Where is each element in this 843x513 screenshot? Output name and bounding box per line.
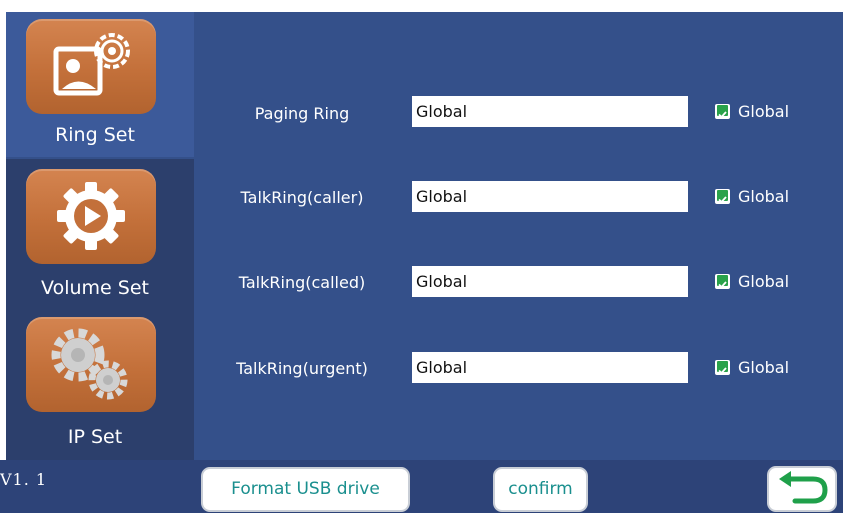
talkring-urgent-field[interactable]: Global [412,352,688,383]
volume-set-tile [26,169,156,264]
checkbox-label: Global [738,358,790,377]
top-border [0,0,843,12]
talkring-called-field[interactable]: Global [412,266,688,297]
confirm-button[interactable]: confirm [493,467,588,512]
checkbox-label: Global [738,102,790,121]
paging-ring-label: Paging Ring [254,104,350,123]
checkbox-label: Global [738,187,790,206]
sidebar-item-label: Volume Set [41,277,149,299]
talkring-caller-field[interactable]: Global [412,181,688,212]
sidebar-item-label: IP Set [67,426,123,448]
ip-set-tile [26,317,156,412]
back-arrow-icon [779,471,828,504]
ring-set-tile [26,19,156,114]
picture-gear-icon [53,33,130,96]
ring-settings-screen: Ring Set Volume Set IP Set Paging Ring G… [0,0,843,513]
talkring-caller-global-checkbox[interactable]: Global [715,187,815,207]
checkbox-box [715,104,730,119]
gears-icon [51,328,128,400]
check-icon [717,105,728,119]
checkbox-box [715,360,730,375]
version-label: V1. 1 [0,470,48,489]
talkring-urgent-label: TalkRing(urgent) [236,359,368,378]
checkbox-box [715,189,730,204]
talkring-caller-label: TalkRing(caller) [240,188,364,207]
play-gear-icon [57,182,125,250]
sidebar-item-ip-set[interactable]: IP Set [6,314,194,460]
bottom-bar [0,460,843,513]
paging-ring-global-checkbox[interactable]: Global [715,102,815,122]
paging-ring-field[interactable]: Global [412,96,688,127]
back-button[interactable] [767,466,837,512]
checkbox-label: Global [738,272,790,291]
talkring-called-global-checkbox[interactable]: Global [715,272,815,292]
sidebar-item-ring-set[interactable]: Ring Set [6,12,194,157]
sidebar: Ring Set Volume Set IP Set [6,12,194,460]
sidebar-item-volume-set[interactable]: Volume Set [6,159,194,314]
talkring-urgent-global-checkbox[interactable]: Global [715,358,815,378]
check-icon [717,275,728,289]
sidebar-item-label: Ring Set [55,124,135,146]
format-usb-button[interactable]: Format USB drive [201,467,410,512]
check-icon [717,190,728,204]
check-icon [717,361,728,375]
checkbox-box [715,274,730,289]
talkring-called-label: TalkRing(called) [238,273,366,292]
